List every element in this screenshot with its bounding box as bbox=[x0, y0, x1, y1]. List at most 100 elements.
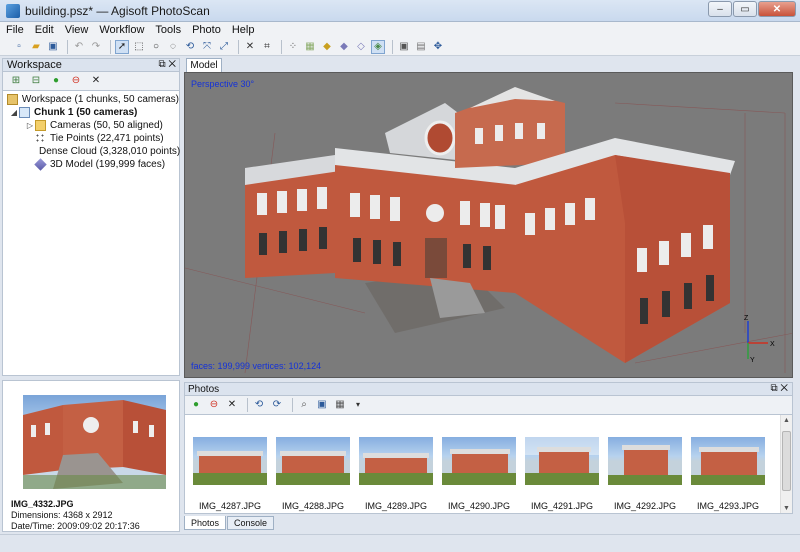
menu-help[interactable]: Help bbox=[232, 24, 255, 36]
tree-item-3d-model[interactable]: 3D Model (199,999 faces) bbox=[3, 158, 179, 171]
show-points-icon[interactable]: ⁘ bbox=[286, 40, 300, 54]
panel-controls[interactable]: ⧉ ✕ bbox=[158, 59, 176, 70]
scroll-up-icon[interactable]: ▲ bbox=[781, 415, 792, 427]
show-solid-model-icon[interactable]: ◆ bbox=[337, 40, 351, 54]
remove-icon[interactable]: ✕ bbox=[225, 398, 239, 412]
minimize-button[interactable]: – bbox=[708, 1, 732, 17]
add-chunk-icon[interactable]: ⊞ bbox=[9, 74, 23, 88]
redo-icon[interactable]: ↷ bbox=[89, 40, 103, 54]
free-form-selection-icon[interactable]: ◌ bbox=[166, 40, 180, 54]
photo-thumbnail[interactable] bbox=[525, 437, 599, 485]
thumbnail-image bbox=[691, 447, 765, 485]
rotate-right-icon[interactable]: ⟳ bbox=[270, 398, 284, 412]
main-toolbar: ▫ ▰ ▣ ↶ ↷ ➚ ⬚ ○ ◌ ⟲ ⤧ ⤢ ✕ ⌗ ⁘ ▦ ◆ ◆ ◇ ◈ … bbox=[0, 38, 800, 56]
open-folder-icon[interactable]: ▰ bbox=[29, 40, 43, 54]
disable-icon[interactable]: ⊖ bbox=[69, 74, 83, 88]
close-button[interactable]: ✕ bbox=[758, 1, 796, 17]
menu-tools[interactable]: Tools bbox=[155, 24, 181, 36]
tree-item-workspace[interactable]: Workspace (1 chunks, 50 cameras) bbox=[3, 93, 179, 106]
photo-thumbnail-label: IMG_4288.JPG bbox=[281, 501, 345, 511]
navigation-tool-icon[interactable]: ➚ bbox=[115, 39, 129, 54]
expand-arrow-icon[interactable]: ◢ bbox=[9, 108, 19, 117]
menu-file[interactable]: File bbox=[6, 24, 24, 36]
new-document-icon[interactable]: ▫ bbox=[12, 40, 26, 54]
photo-thumbnail[interactable] bbox=[276, 437, 350, 485]
crop-selection-icon[interactable]: ⌗ bbox=[260, 40, 274, 54]
axis-z-label: Z bbox=[744, 315, 749, 322]
projection-label: Perspective 30° bbox=[191, 79, 255, 89]
thumbnail-image bbox=[193, 451, 267, 485]
chevron-down-icon[interactable]: ▾ bbox=[351, 398, 365, 412]
panel-controls[interactable]: ⧉ ✕ bbox=[770, 383, 788, 394]
reset-filter-icon[interactable]: ▣ bbox=[315, 398, 329, 412]
photo-thumbnail[interactable] bbox=[359, 437, 433, 485]
binoculars-icon[interactable]: ⌕ bbox=[297, 398, 311, 412]
circle-selection-icon[interactable]: ○ bbox=[149, 40, 163, 54]
enable-icon[interactable]: ● bbox=[49, 74, 63, 88]
undo-icon[interactable]: ↶ bbox=[72, 40, 86, 54]
maximize-button[interactable]: ▭ bbox=[733, 1, 757, 17]
show-shaded-model-icon[interactable]: ◆ bbox=[320, 40, 334, 54]
scrollbar-thumb[interactable] bbox=[782, 431, 791, 491]
view-mode-icon[interactable]: ▦ bbox=[333, 398, 347, 412]
photos-list: IMG_4287.JPG IMG_4288.JPG IMG_4289.JPG I… bbox=[184, 414, 793, 514]
tab-photos[interactable]: Photos bbox=[184, 516, 227, 530]
tree-item-label: Dense Cloud (3,328,010 points) bbox=[39, 146, 181, 157]
thumbnail-image bbox=[608, 445, 682, 485]
tab-console[interactable]: Console bbox=[227, 516, 275, 530]
reset-view-icon[interactable]: ✥ bbox=[431, 40, 445, 54]
toolbar-divider bbox=[292, 398, 293, 412]
preview-dimensions: Dimensions: 4368 x 2912 bbox=[11, 510, 113, 520]
app-icon bbox=[6, 3, 20, 18]
preview-building bbox=[23, 400, 166, 489]
back-tower bbox=[455, 87, 565, 168]
photo-thumbnail-label: IMG_4287.JPG bbox=[198, 501, 262, 511]
tree-item-label: 3D Model (199,999 faces) bbox=[50, 159, 166, 170]
show-dense-cloud-icon[interactable]: ▦ bbox=[303, 40, 317, 54]
menu-view[interactable]: View bbox=[65, 24, 89, 36]
folder-icon bbox=[35, 120, 46, 131]
remove-icon[interactable]: ✕ bbox=[89, 74, 103, 88]
model-viewport[interactable]: Perspective 30° faces: 199,999 vertices:… bbox=[184, 72, 793, 378]
photo-thumbnail-label: IMG_4289.JPG bbox=[364, 501, 428, 511]
show-textured-model-icon[interactable]: ◈ bbox=[371, 39, 385, 54]
photo-thumbnail[interactable] bbox=[442, 437, 516, 485]
rotate-left-icon[interactable]: ⟲ bbox=[252, 398, 266, 412]
save-icon[interactable]: ▣ bbox=[46, 40, 60, 54]
delete-selection-icon[interactable]: ✕ bbox=[243, 40, 257, 54]
scroll-down-icon[interactable]: ▼ bbox=[781, 503, 792, 513]
tab-model[interactable]: Model bbox=[186, 58, 222, 72]
rectangle-selection-icon[interactable]: ⬚ bbox=[132, 40, 146, 54]
resize-region-icon[interactable]: ⤢ bbox=[217, 40, 231, 54]
toolbar-divider bbox=[247, 398, 248, 412]
photos-scrollbar[interactable]: ▲ ▼ bbox=[780, 415, 792, 513]
show-wireframe-icon[interactable]: ◇ bbox=[354, 40, 368, 54]
tree-item-tie-points[interactable]: Tie Points (22,471 points) bbox=[3, 132, 179, 145]
disable-icon[interactable]: ⊖ bbox=[207, 398, 221, 412]
tree-item-label: Tie Points (22,471 points) bbox=[50, 133, 164, 144]
tree-item-dense-cloud[interactable]: Dense Cloud (3,328,010 points) bbox=[3, 145, 181, 158]
menu-photo[interactable]: Photo bbox=[192, 24, 221, 36]
axis-gizmo: Z X Y bbox=[744, 315, 775, 363]
enable-icon[interactable]: ● bbox=[189, 398, 203, 412]
move-object-icon[interactable]: ⤧ bbox=[200, 40, 214, 54]
right-wing bbox=[515, 138, 735, 363]
photo-thumbnail[interactable] bbox=[193, 437, 267, 485]
tree-item-cameras[interactable]: ▷ Cameras (50, 50 aligned) bbox=[3, 119, 179, 132]
collapse-arrow-icon[interactable]: ▷ bbox=[25, 121, 35, 130]
menu-workflow[interactable]: Workflow bbox=[99, 24, 144, 36]
thumbnail-image bbox=[359, 453, 433, 485]
photo-thumbnail-label: IMG_4290.JPG bbox=[447, 501, 511, 511]
photo-thumbnail[interactable] bbox=[608, 437, 682, 485]
model-stats: faces: 199,999 vertices: 102,124 bbox=[191, 361, 322, 371]
add-photos-icon[interactable]: ⊟ bbox=[29, 74, 43, 88]
toolbar-divider bbox=[281, 39, 282, 54]
show-region-icon[interactable]: ▤ bbox=[414, 40, 428, 54]
rotate-object-icon[interactable]: ⟲ bbox=[183, 40, 197, 54]
thumbnail-image bbox=[276, 451, 350, 485]
tree-item-chunk[interactable]: ◢ Chunk 1 (50 cameras) bbox=[3, 106, 179, 119]
photo-thumbnail[interactable] bbox=[691, 437, 765, 485]
show-cameras-icon[interactable]: ▣ bbox=[397, 40, 411, 54]
tie-points-icon bbox=[35, 133, 46, 144]
menu-edit[interactable]: Edit bbox=[35, 24, 54, 36]
